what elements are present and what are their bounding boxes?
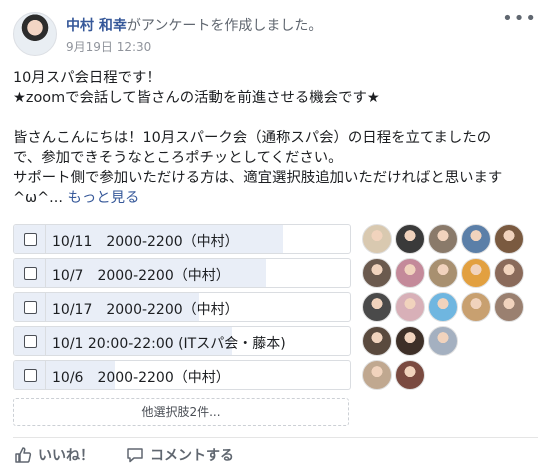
more-poll-options-button[interactable]: 他選択肢2件... <box>13 398 349 426</box>
poll-option-checkbox[interactable] <box>24 369 37 382</box>
poll-option[interactable]: 10/17 2000-2200（中村） <box>13 292 351 322</box>
voter-avatar[interactable] <box>428 258 458 288</box>
voter-row <box>362 326 524 356</box>
poll-post-card: 中村 和幸がアンケートを作成しました。 9月19日 12:30 ••• 10月ス… <box>0 0 551 475</box>
poll-option-checkbox[interactable] <box>24 267 37 280</box>
voter-row <box>362 224 524 254</box>
voter-avatar[interactable] <box>362 258 392 288</box>
voter-avatar[interactable] <box>362 360 392 390</box>
body-line: で、参加できそうなところポチッとしてください。 <box>13 150 343 166</box>
body-line: 皆さんこんにちは！10月スパーク会（通称スパ会）の日程を立てましたの <box>13 130 492 146</box>
voter-avatar[interactable] <box>494 258 524 288</box>
see-more-link[interactable]: もっと見る <box>67 190 139 206</box>
poll-option[interactable]: 10/1 20:00-22:00 (ITスパ会・藤本) <box>13 326 351 356</box>
voter-avatar[interactable] <box>362 326 392 356</box>
voter-avatar[interactable] <box>395 326 425 356</box>
poll-option-checkbox[interactable] <box>24 335 37 348</box>
voter-avatars <box>362 224 524 394</box>
voter-avatar[interactable] <box>395 224 425 254</box>
post-action-text: がアンケートを作成しました。 <box>126 18 323 34</box>
thumbs-up-icon <box>14 446 32 464</box>
poll-option-divider <box>45 225 46 253</box>
like-button[interactable]: いいね！ <box>14 445 94 465</box>
post-timestamp[interactable]: 9月19日 12:30 <box>66 38 151 55</box>
footer-divider <box>13 437 538 438</box>
comment-label: コメントする <box>150 448 234 464</box>
poll-option-divider <box>45 327 46 355</box>
poll-option-divider <box>45 293 46 321</box>
poll-option-label: 10/17 2000-2200（中村） <box>52 302 239 318</box>
voter-avatar[interactable] <box>461 224 491 254</box>
voter-avatar[interactable] <box>461 258 491 288</box>
voter-row <box>362 292 524 322</box>
voter-avatar[interactable] <box>362 224 392 254</box>
poll-option-divider <box>45 361 46 389</box>
voter-avatar[interactable] <box>428 292 458 322</box>
author-name[interactable]: 中村 和幸 <box>66 18 127 34</box>
author-avatar[interactable] <box>13 12 57 56</box>
like-label: いいね！ <box>38 448 94 464</box>
voter-avatar[interactable] <box>395 258 425 288</box>
voter-avatar[interactable] <box>461 292 491 322</box>
body-line-last: ^ω^... もっと見る <box>13 188 543 208</box>
poll-option-divider <box>45 259 46 287</box>
poll-option[interactable]: 10/11 2000-2200（中村） <box>13 224 351 254</box>
body-line: ★zoomで会話して皆さんの活動を前進させる機会です★ <box>13 90 380 106</box>
comment-button[interactable]: コメントする <box>126 445 234 465</box>
poll-option[interactable]: 10/7 2000-2200（中村） <box>13 258 351 288</box>
post-header: 中村 和幸がアンケートを作成しました。 <box>66 15 322 35</box>
body-line: サポート側で参加いただける方は、適宜選択肢追加いただければと思います <box>13 170 503 186</box>
more-options-icon[interactable]: ••• <box>502 10 537 28</box>
poll-option-label: 10/11 2000-2200（中村） <box>52 234 239 250</box>
body-line: ^ω^... <box>13 190 63 206</box>
poll-option-label: 10/7 2000-2200（中村） <box>52 268 230 284</box>
voter-avatar[interactable] <box>428 224 458 254</box>
poll-option-label: 10/6 2000-2200（中村） <box>52 370 230 386</box>
voter-avatar[interactable] <box>428 326 458 356</box>
voter-avatar[interactable] <box>395 292 425 322</box>
voter-avatar[interactable] <box>494 224 524 254</box>
voter-row <box>362 360 524 390</box>
poll-option-checkbox[interactable] <box>24 233 37 246</box>
poll-option[interactable]: 10/6 2000-2200（中村） <box>13 360 351 390</box>
voter-avatar[interactable] <box>362 292 392 322</box>
comment-icon <box>126 446 144 464</box>
poll-option-checkbox[interactable] <box>24 301 37 314</box>
voter-avatar[interactable] <box>395 360 425 390</box>
body-line: 10月スパ会日程です！ <box>13 70 161 86</box>
poll-options: 10/11 2000-2200（中村） 10/7 2000-2200（中村） 10/… <box>13 224 351 394</box>
poll-option-label: 10/1 20:00-22:00 (ITスパ会・藤本) <box>52 336 286 352</box>
voter-avatar[interactable] <box>494 292 524 322</box>
voter-row <box>362 258 524 288</box>
post-body: 10月スパ会日程です！ ★zoomで会話して皆さんの活動を前進させる機会です★ … <box>13 68 543 208</box>
